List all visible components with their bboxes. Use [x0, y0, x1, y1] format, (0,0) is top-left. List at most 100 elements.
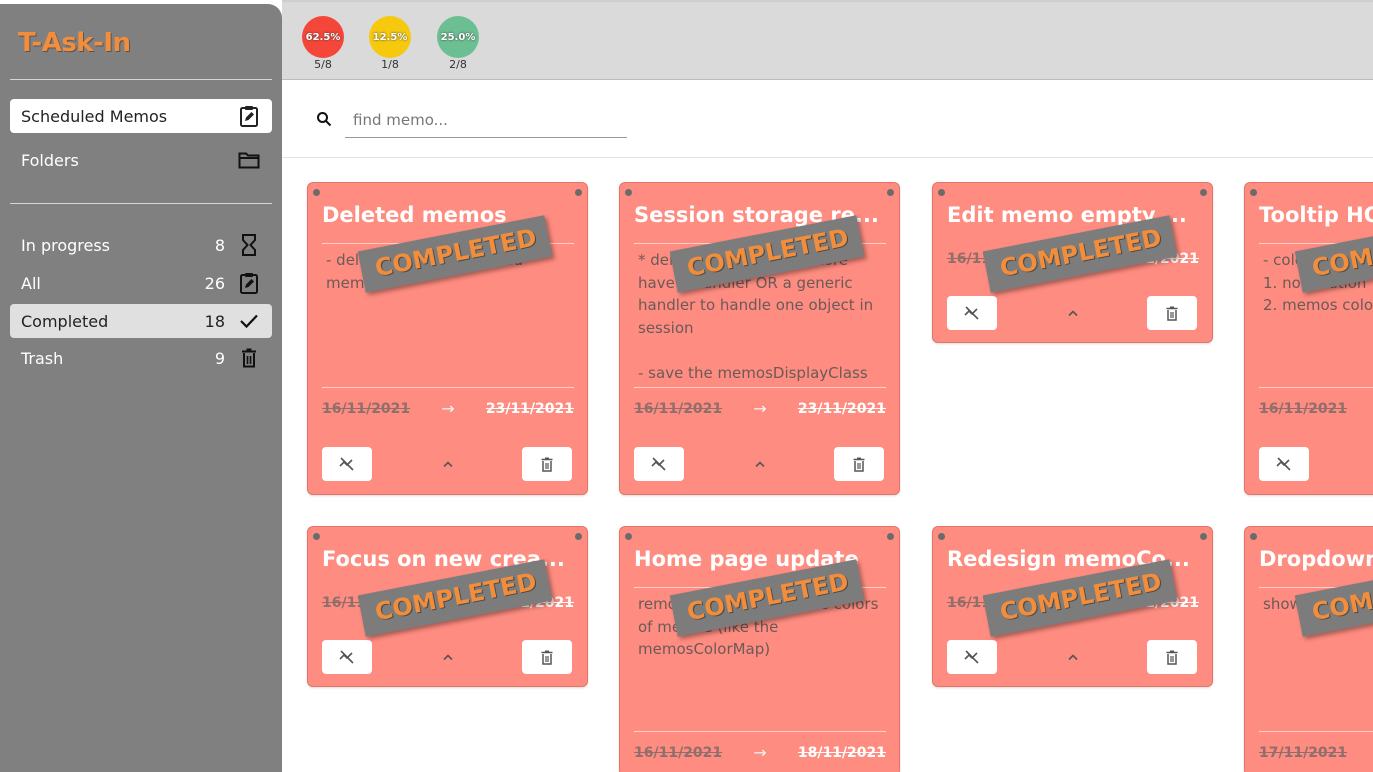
pin-dot: [1250, 189, 1257, 196]
search-icon: [316, 111, 334, 129]
folder-icon: [237, 148, 261, 172]
memo-start-date: 16/11/2021: [1259, 400, 1348, 417]
pin-dot: [625, 189, 632, 196]
sidebar-divider: [10, 203, 272, 204]
filter-count: 26: [204, 273, 225, 293]
filter-count: 8: [214, 235, 225, 255]
memo-card[interactable]: Tooltip HO... - colors to: 1. notificati…: [1244, 182, 1373, 495]
delete-button[interactable]: [522, 447, 572, 481]
pin-dot: [887, 533, 894, 540]
notification-off-button[interactable]: [947, 296, 997, 330]
pin-dot: [938, 189, 945, 196]
memo-card[interactable]: Home page update remove instead the thre…: [619, 526, 900, 772]
filter-label: In progress: [21, 235, 111, 255]
filter-label: Completed: [21, 311, 109, 331]
memo-start-date: 16/11/2021: [634, 744, 723, 761]
chevron-up-icon[interactable]: [438, 647, 458, 667]
nav-label: Scheduled Memos: [21, 106, 168, 126]
memo-title: Tooltip HO...: [1259, 203, 1373, 227]
memo-dates: 17/11/2021 →: [1259, 743, 1373, 762]
chevron-up-icon[interactable]: [1063, 647, 1083, 667]
clipboard-edit-icon: [237, 271, 261, 295]
pin-dot: [938, 533, 945, 540]
stat-circle: 12.5%: [369, 16, 411, 58]
nav-label: Folders: [21, 150, 79, 170]
memo-dates: 16/11/2021 → 23/11/2021: [634, 399, 886, 418]
filter-all[interactable]: All 26: [10, 266, 272, 300]
filter-in-progress[interactable]: In progress 8: [10, 228, 272, 262]
filter-count: 9: [214, 348, 225, 368]
chevron-up-icon[interactable]: [750, 454, 770, 474]
filter-trash[interactable]: Trash 9: [10, 341, 272, 375]
memo-divider: [634, 387, 886, 388]
memo-divider: [1259, 731, 1373, 732]
stat-yellow[interactable]: 12.5% 1/8: [368, 16, 412, 71]
notification-off-button[interactable]: [322, 640, 372, 674]
memo-divider: [322, 387, 574, 388]
memo-card[interactable]: Edit memo empty ... 16/11/2021 → 18/11/2…: [932, 182, 1213, 343]
arrow-icon: →: [753, 743, 767, 762]
pin-dot: [887, 189, 894, 196]
pin-dot: [575, 533, 582, 540]
nav-scheduled-memos[interactable]: Scheduled Memos: [10, 99, 272, 133]
nav-folders[interactable]: Folders: [10, 143, 272, 177]
memo-title: Dropdown...: [1259, 547, 1373, 571]
memo-end-date: 23/11/2021: [485, 400, 574, 417]
pin-dot: [1250, 533, 1257, 540]
stat-fraction: 5/8: [314, 58, 332, 71]
stat-green[interactable]: 25.0% 2/8: [436, 16, 480, 71]
stat-circle: 62.5%: [302, 16, 344, 58]
clipboard-edit-icon: [237, 104, 261, 128]
chevron-up-icon[interactable]: [1063, 303, 1083, 323]
memo-end-date: 18/11/2021: [797, 744, 886, 761]
notification-off-button[interactable]: [947, 640, 997, 674]
memo-divider: [634, 731, 886, 732]
filter-label: All: [21, 273, 41, 293]
app-logo[interactable]: T-Ask-In: [18, 28, 131, 58]
memo-card[interactable]: Focus on new crea... 16/11/2021 → 18/11/…: [307, 526, 588, 687]
memo-end-date: 23/11/2021: [797, 400, 886, 417]
trash-icon: [237, 346, 261, 370]
delete-button[interactable]: [1147, 296, 1197, 330]
stat-fraction: 2/8: [449, 58, 467, 71]
memo-card[interactable]: Deleted memos - delete or restore delete…: [307, 182, 588, 495]
memo-start-date: 16/11/2021: [322, 400, 411, 417]
stat-fraction: 1/8: [381, 58, 399, 71]
pin-dot: [313, 533, 320, 540]
notification-off-button[interactable]: [634, 447, 684, 481]
sidebar: T-Ask-In Scheduled Memos Folders In prog…: [0, 4, 282, 772]
notification-off-button[interactable]: [322, 447, 372, 481]
stat-red[interactable]: 62.5% 5/8: [301, 16, 345, 71]
stats-bar: 62.5% 5/8 12.5% 1/8 25.0% 2/8: [282, 0, 1373, 80]
filter-count: 18: [204, 311, 225, 331]
pin-dot: [625, 533, 632, 540]
memo-card[interactable]: Dropdown... show every tooltips 17/11/20…: [1244, 526, 1373, 772]
pin-dot: [1200, 533, 1207, 540]
filter-label: Trash: [21, 348, 64, 368]
memo-dates: 16/11/2021 →: [1259, 399, 1373, 418]
arrow-icon: →: [441, 399, 455, 418]
app-root: T-Ask-In Scheduled Memos Folders In prog…: [0, 0, 1373, 772]
search-bar: [282, 80, 1373, 158]
arrow-icon: →: [753, 399, 767, 418]
memo-start-date: 16/11/2021: [634, 400, 723, 417]
chevron-up-icon[interactable]: [438, 454, 458, 474]
hourglass-icon: [237, 233, 261, 257]
search-input[interactable]: [345, 102, 627, 138]
pin-dot: [575, 189, 582, 196]
delete-button[interactable]: [834, 447, 884, 481]
pin-dot: [313, 189, 320, 196]
check-icon: [237, 309, 261, 333]
notification-off-button[interactable]: [1259, 447, 1309, 481]
memo-card[interactable]: Session storage re... * delete storage: …: [619, 182, 900, 495]
delete-button[interactable]: [522, 640, 572, 674]
memo-start-date: 17/11/2021: [1259, 744, 1348, 761]
memo-divider: [1259, 387, 1373, 388]
filter-completed[interactable]: Completed 18: [10, 304, 272, 338]
sidebar-divider: [10, 79, 272, 80]
delete-button[interactable]: [1147, 640, 1197, 674]
memo-card[interactable]: Redesign memoCo... 16/11/2021 → 18/11/20…: [932, 526, 1213, 687]
pin-dot: [1200, 189, 1207, 196]
stat-circle: 25.0%: [437, 16, 479, 58]
memo-dates: 16/11/2021 → 23/11/2021: [322, 399, 574, 418]
